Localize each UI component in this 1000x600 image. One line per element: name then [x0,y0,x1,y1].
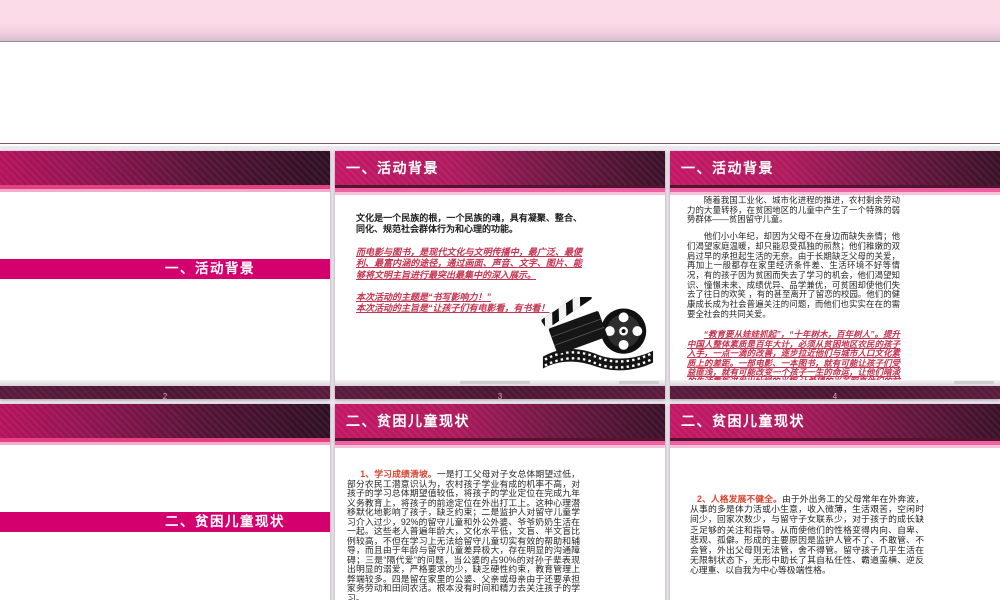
divider-strip [0,442,330,445]
page-number: 4 [832,392,838,399]
slide-page-3[interactable]: 一、活动背景 文化是一个民族的根，一个民族的魂，具有凝聚、整合、同化、规范社会群… [335,151,665,399]
divider-strip [335,192,665,195]
slide-title-band: 一、活动背景 [335,151,665,185]
divider-top-band [0,404,330,438]
slide-section-2-page-2[interactable]: 二、贫困儿童现状 2、人格发展不健全。由于外出务工的父母常年在外奔波，从事的多是… [670,404,1000,600]
film-clapperboard-reel-image [541,297,654,371]
slide-footer: 4 [670,380,1000,399]
slide-page-4[interactable]: 一、活动背景 随着我国工业化、城市化进程的推进，农村剩余劳动力的大量转移，在贫困… [670,151,1000,399]
divider-top-band [0,151,330,185]
watermark [619,381,659,384]
section-title: 一、活动背景 [165,261,255,276]
list-item-lead: 1、学习成绩滑坡。 [360,469,437,479]
paragraph: 2、人格发展不健全。由于外出务工的父母常年在外奔波，从事的多是体力活或小生意，收… [690,494,924,576]
paragraph: 他们小小年纪，却因为父母不在身边而缺失亲情；他们渴望家庭温暖，却只能忍受孤独的煎… [687,231,900,319]
slide-body: 2、人格发展不健全。由于外出务工的父母常年在外奔波，从事的多是体力活或小生意，收… [690,494,924,576]
divider-strip [335,445,665,448]
section-title-band: 二、贫困儿童现状 [0,512,330,532]
slide-title: 一、活动背景 [681,160,774,176]
slide-grid: 一、活动背景 2 一、活动背景 文化是一个民族的根，一个民族的魂，具有凝聚、整合… [0,146,1000,600]
slide-body: 1、学习成绩滑坡。一是打工父母对子女总体期望过低，部分农民工潜意识认为，农村孩子… [347,469,580,600]
presentation-preview: 一、活动背景 2 一、活动背景 文化是一个民族的根，一个民族的魂，具有凝聚、整合… [0,0,1000,600]
slide-section-2-divider[interactable]: 二、贫困儿童现状 [0,404,330,600]
page-number: 3 [497,392,503,399]
theme-line: 本次活动的主旨是“让孩子们有电影看，有书看！ [356,303,550,314]
paragraph: 1、学习成绩滑坡。一是打工父母对子女总体期望过低，部分农民工潜意识认为，农村孩子… [347,469,580,600]
divider-strip [0,189,330,192]
top-banner [0,0,1000,42]
slide-title-band: 二、贫困儿童现状 [670,404,1000,438]
header-white-band [0,42,1000,144]
slide-title-band: 二、贫困儿童现状 [335,404,665,438]
list-item-lead: 2、人格发展不健全。 [697,494,782,504]
slide-footer: 2 [0,380,330,399]
section-title-band: 一、活动背景 [0,259,330,279]
slide-footer: 3 [335,380,665,399]
highlight-paragraph: 而电影与图书，是现代文化与文明传播中，最广泛、最便利、最富内涵的途径，通过画面、… [356,246,582,280]
slide-body: 随着我国工业化、城市化进程的推进，农村剩余劳动力的大量转移，在贫困地区的儿童中产… [687,195,900,396]
slide-section-2-page-1[interactable]: 二、贫困儿童现状 1、学习成绩滑坡。一是打工父母对子女总体期望过低，部分农民工潜… [335,404,665,600]
slide-page-2[interactable]: 一、活动背景 2 [0,151,330,399]
page-number: 2 [162,392,168,399]
paragraph: 文化是一个民族的根，一个民族的魂，具有凝聚、整合、同化、规范社会群体行为和心理的… [356,213,582,235]
section-title: 二、贫困儿童现状 [165,514,285,529]
watermark [954,381,994,384]
slide-title: 二、贫困儿童现状 [346,413,470,429]
watermark [460,381,531,384]
slide-title: 一、活动背景 [346,160,439,176]
paragraph: 随着我国工业化、城市化进程的推进，农村剩余劳动力的大量转移，在贫困地区的儿童中产… [687,195,900,225]
slide-title-band: 一、活动背景 [670,151,1000,185]
slide-title: 二、贫困儿童现状 [681,413,805,429]
divider-strip [670,445,1000,448]
